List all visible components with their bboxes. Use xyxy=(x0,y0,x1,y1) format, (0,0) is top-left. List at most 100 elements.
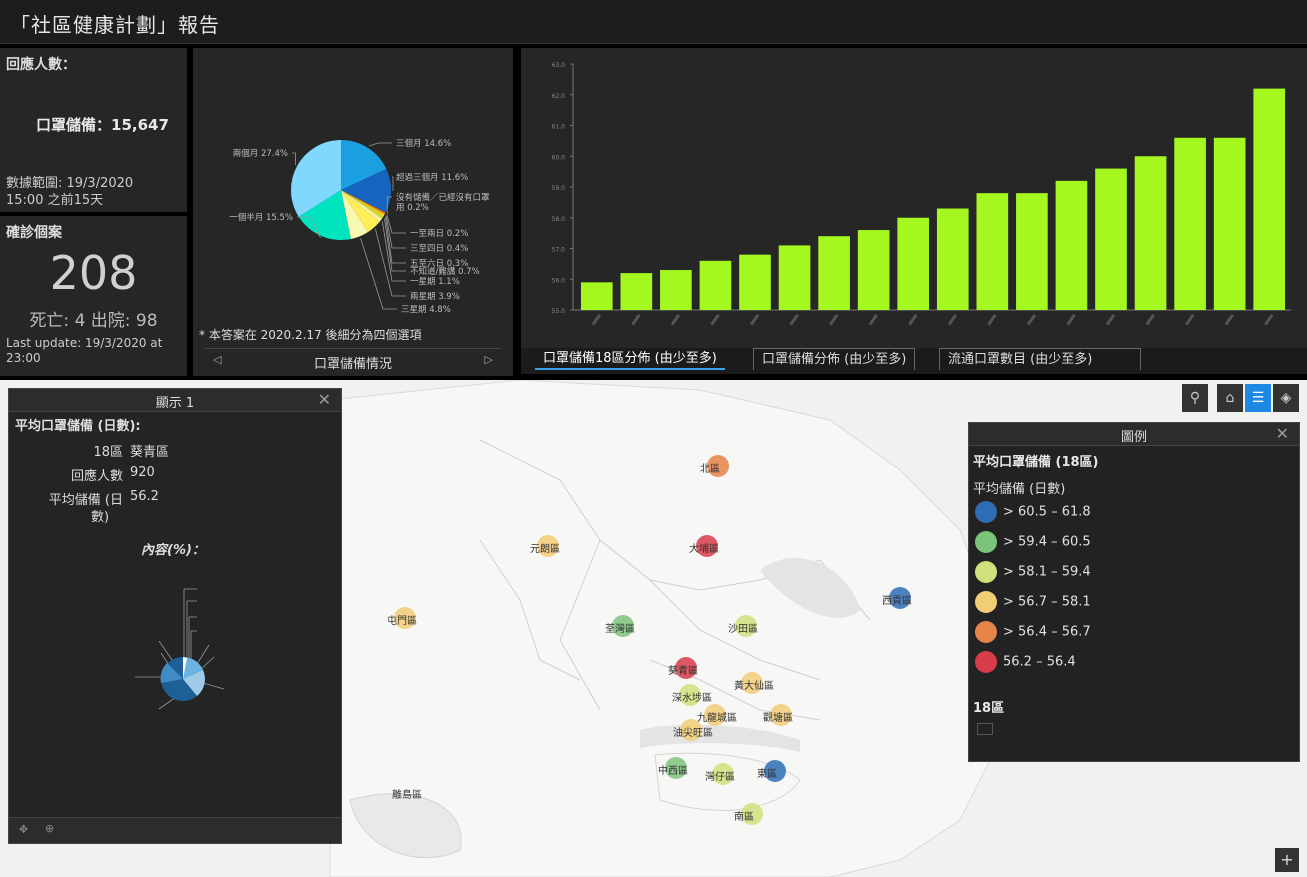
legend-item-label: 56.2 – 56.4 xyxy=(1003,654,1076,670)
tab-district-distribution[interactable]: 口罩儲備18區分佈 (由少至多) xyxy=(535,348,725,370)
legend-swatch xyxy=(975,531,997,553)
x-tick-label xyxy=(591,313,602,326)
mask-stock-value: 15,647 xyxy=(111,116,169,134)
bar[interactable] xyxy=(778,245,811,310)
bar[interactable] xyxy=(1055,180,1088,310)
district-label: 北區 xyxy=(700,464,720,475)
pan-icon[interactable]: ✥ xyxy=(19,823,28,836)
pie-nav-label: 口罩儲備情況 xyxy=(313,357,392,372)
field-district-key: 18區 xyxy=(93,445,123,460)
bar[interactable] xyxy=(1095,168,1127,310)
pie-footnote: * 本答案在 2020.2.17 後細分為四個選項 xyxy=(199,328,422,342)
pie-slice-label: 一至兩日 0.2% xyxy=(410,229,468,239)
pie-slice-label: 一個半月 15.5% xyxy=(229,212,293,223)
legend-item-label: > 59.4 – 60.5 xyxy=(1003,534,1091,550)
tab-stock-distribution[interactable]: 口罩儲備分佈 (由少至多) xyxy=(753,348,916,370)
pie-slice-label: 三至四日 0.4% xyxy=(410,244,468,254)
bar[interactable] xyxy=(857,230,890,310)
district-label: 離島區 xyxy=(392,790,422,801)
legend-swatch xyxy=(975,651,997,673)
bar[interactable] xyxy=(818,236,850,310)
district-label: 沙田區 xyxy=(728,624,758,635)
legend-swatch xyxy=(975,591,997,613)
x-tick-label xyxy=(987,313,997,326)
legend-header: 圖例 ✕ xyxy=(969,423,1299,446)
y-tick-label: 59.0 xyxy=(552,185,566,192)
y-tick-label: 63.0 xyxy=(552,62,566,69)
legend-swatch xyxy=(975,561,997,583)
legend-close-icon[interactable]: ✕ xyxy=(1276,424,1289,443)
legend-item-label: > 56.7 – 58.1 xyxy=(1003,594,1091,610)
legend-item: 56.2 – 56.4 xyxy=(975,651,1076,673)
deaths-recovered: 死亡: 4 出院: 98 xyxy=(29,311,158,331)
pie-leader-line xyxy=(360,238,397,310)
bar[interactable] xyxy=(1134,156,1167,310)
next-chart-icon[interactable]: ▷ xyxy=(485,353,493,366)
legend-item: > 56.4 – 56.7 xyxy=(975,621,1091,643)
tab-circulating-masks[interactable]: 流通口罩數目 (由少至多) xyxy=(939,348,1141,370)
x-tick-label xyxy=(710,313,720,326)
pie-leader-line xyxy=(386,214,406,234)
legend-swatch xyxy=(975,501,997,523)
pie-leader-line xyxy=(385,216,406,264)
y-tick-label: 57.0 xyxy=(552,247,566,254)
cases-panel: 確診個案 208 死亡: 4 出院: 98 Last update: 19/3/… xyxy=(0,216,187,376)
bar[interactable] xyxy=(580,282,613,310)
pie-leader-line xyxy=(392,176,394,191)
x-tick-label xyxy=(1145,313,1155,326)
bar[interactable] xyxy=(739,254,771,310)
bar[interactable] xyxy=(1016,193,1048,310)
zoom-in-button[interactable]: + xyxy=(1275,848,1299,872)
bar[interactable] xyxy=(1213,137,1246,310)
responses-label: 回應人數： xyxy=(6,57,76,73)
district-label: 荃灣區 xyxy=(605,624,635,635)
mask-stock-pie-chart: 三個月 14.6% 超過三個月 11.6% 沒有儲備／已經沒有口罩用 0.2% 一至兩… xyxy=(229,138,490,315)
district-label: 葵青區 xyxy=(668,666,698,677)
close-icon[interactable]: ✕ xyxy=(318,390,331,409)
district-label: 觀塘區 xyxy=(763,713,793,724)
popup-heading: 平均口罩儲備 (日數): xyxy=(15,419,141,434)
bar[interactable] xyxy=(699,260,732,310)
page-title: 「社區健康計劃」報告 xyxy=(10,13,220,37)
popup-title: 顯示 1 xyxy=(155,396,195,411)
app-header: 「社區健康計劃」報告 xyxy=(0,0,1307,44)
bar[interactable] xyxy=(620,273,653,310)
x-tick-label xyxy=(1105,313,1116,326)
y-tick-label: 60.0 xyxy=(552,154,566,161)
cases-label: 確診個案 xyxy=(6,225,62,241)
popup-mini-pie xyxy=(135,588,225,710)
mask-stock-metric: 口罩儲備：15,647 xyxy=(36,114,169,135)
legend-item: > 60.5 – 61.8 xyxy=(975,501,1091,523)
home-icon[interactable]: ⌂ xyxy=(1217,384,1243,412)
bar[interactable] xyxy=(976,193,1009,310)
pie-chart-panel: 三個月 14.6% 超過三個月 11.6% 沒有儲備／已經沒有口罩用 0.2% 一至兩… xyxy=(193,48,513,376)
pie-nav-bar: ◁ 口罩儲備情況 ▷ xyxy=(205,348,501,372)
layers-icon[interactable]: ◈ xyxy=(1273,384,1299,412)
bar[interactable] xyxy=(936,208,969,310)
x-tick-label xyxy=(829,313,839,326)
legend-item-label: > 58.1 – 59.4 xyxy=(1003,564,1091,580)
district-label: 深水埗區 xyxy=(672,693,712,704)
district-label: 南區 xyxy=(734,812,754,823)
y-tick-label: 61.0 xyxy=(552,124,566,131)
pie-slice-label: 兩個月 27.4% xyxy=(233,148,288,159)
bar[interactable] xyxy=(897,217,930,310)
y-tick-label: 62.0 xyxy=(552,93,566,100)
field-avg-value: 56.2 xyxy=(130,489,159,504)
pie-slice-label: 不知道/難講 0.7% xyxy=(410,266,480,277)
bar[interactable] xyxy=(660,270,692,310)
cases-count: 208 xyxy=(49,246,138,300)
legend-icon[interactable]: ☰ xyxy=(1245,384,1271,412)
pie-leader-line xyxy=(368,142,392,147)
bar[interactable] xyxy=(1253,88,1286,310)
bar[interactable] xyxy=(1174,137,1206,310)
search-icon[interactable]: ⚲ xyxy=(1182,384,1208,412)
legend-item-label: > 56.4 – 56.7 xyxy=(1003,624,1091,640)
zoom-to-icon[interactable]: ⊕ xyxy=(45,822,54,835)
bar-chart-panel: 55.0 56.0 57.0 58.0 59.0 60.0 61.0 62.0 63.0 xyxy=(521,48,1307,348)
popup-header: 顯示 1 ✕ xyxy=(9,389,341,412)
legend-polygon-swatch xyxy=(977,723,993,735)
x-tick-label xyxy=(1066,313,1076,326)
legend-panel: 圖例 ✕ 平均口罩儲備 (18區) 平均儲備 (日數) > 60.5 – 61.… xyxy=(968,422,1300,762)
pie-slice-label: 沒有儲備／已經沒有口罩用 0.2% xyxy=(396,192,490,213)
